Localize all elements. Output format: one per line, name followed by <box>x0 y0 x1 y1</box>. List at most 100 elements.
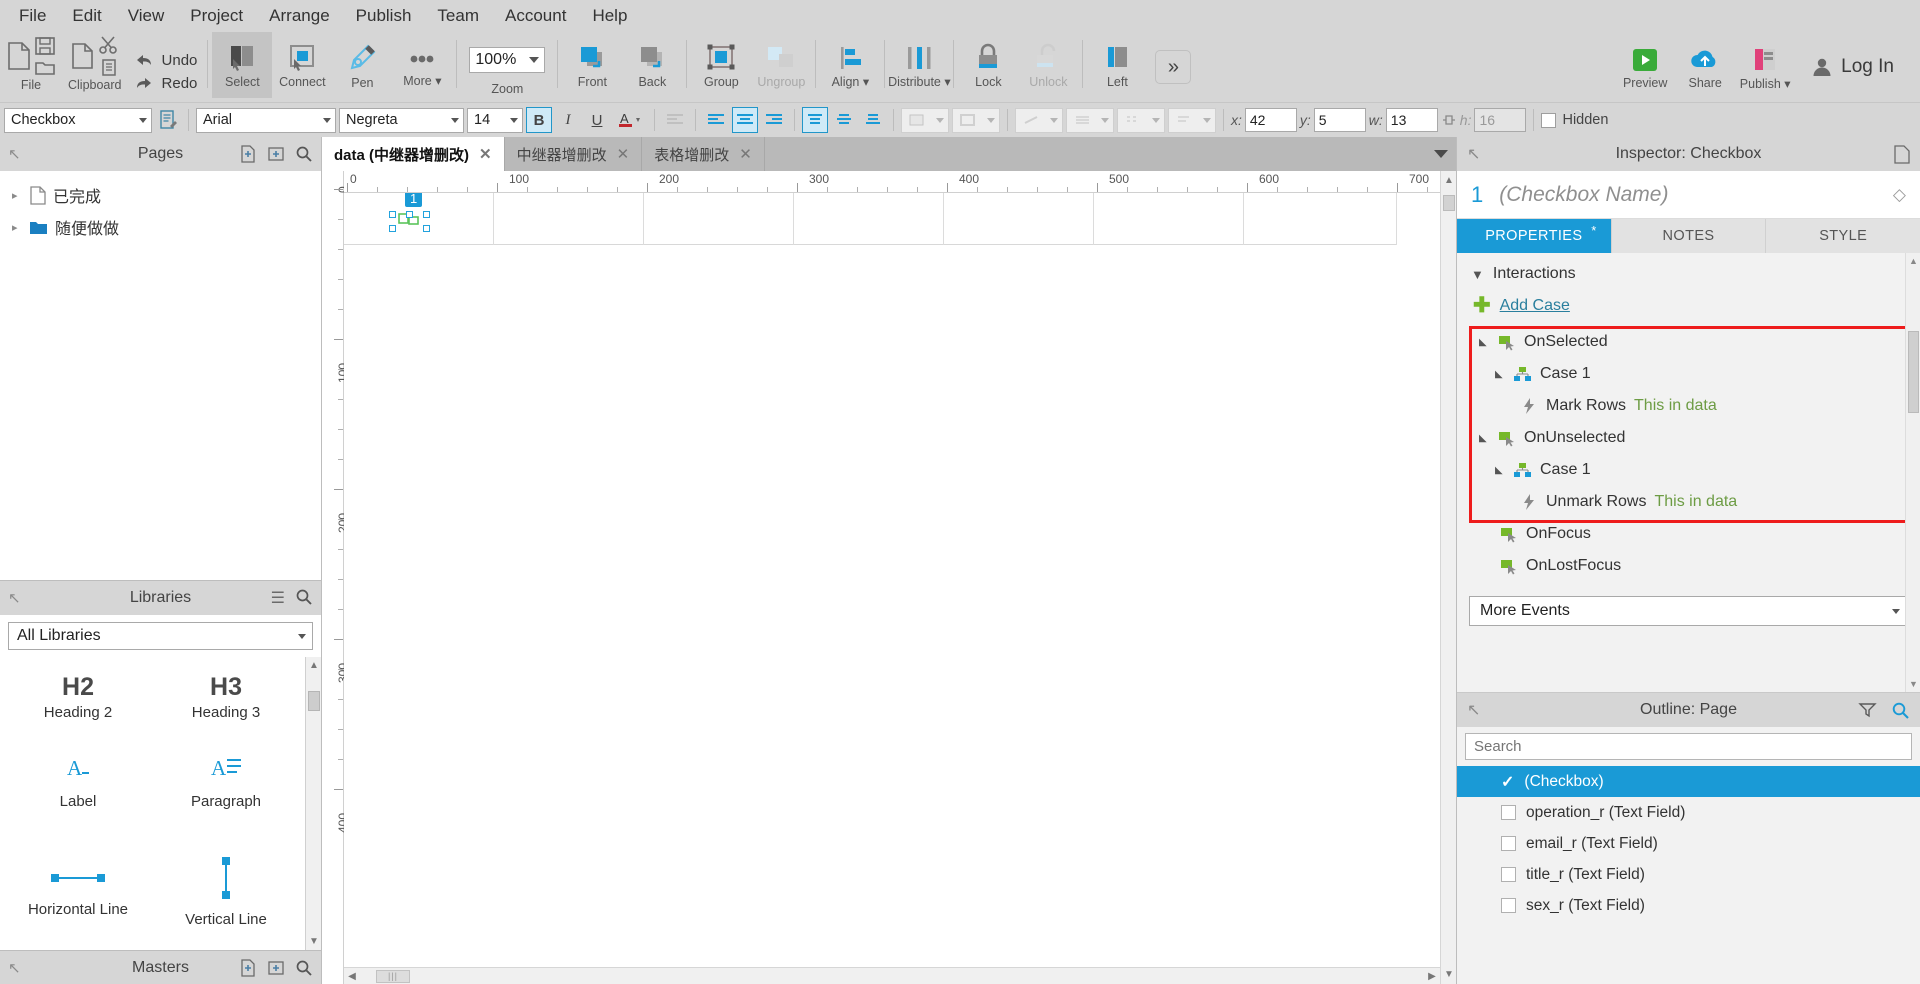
selected-checkbox-widget[interactable]: 1 <box>389 193 430 232</box>
tool-back[interactable]: Back <box>622 32 682 98</box>
search-icon[interactable] <box>295 959 313 977</box>
collapse-icon[interactable]: ↖ <box>1467 144 1480 164</box>
line-style-select[interactable] <box>1066 107 1114 133</box>
login-button[interactable]: Log In <box>1795 56 1910 78</box>
valign-top-button[interactable] <box>802 107 828 133</box>
tool-align[interactable]: Align ▾ <box>820 32 880 98</box>
coord-y-field[interactable]: y: <box>1300 108 1366 132</box>
menu-item-edit[interactable]: Edit <box>59 2 114 30</box>
font-style-select[interactable]: Negreta <box>339 107 464 133</box>
coord-lock-link-icon[interactable] <box>1441 112 1457 128</box>
tool-lock[interactable]: Lock <box>958 32 1018 98</box>
scroll-left-icon[interactable]: ◀ <box>344 971 360 982</box>
menu-item-help[interactable]: Help <box>579 2 640 30</box>
resize-handle[interactable] <box>423 211 430 218</box>
resize-handle[interactable] <box>423 225 430 232</box>
outline-item-title-r[interactable]: title_r (Text Field) <box>1457 859 1920 890</box>
widget-type-select[interactable]: Checkbox <box>4 107 152 133</box>
add-folder-icon[interactable] <box>267 145 285 163</box>
scroll-down-icon[interactable]: ▼ <box>1909 679 1918 689</box>
coord-h-field[interactable]: h: <box>1460 108 1527 132</box>
library-select[interactable]: All Libraries <box>8 622 313 650</box>
new-file-icon[interactable] <box>6 41 32 71</box>
scroll-up-icon[interactable]: ▲ <box>1909 256 1918 266</box>
library-item-heading2[interactable]: H2 Heading 2 <box>4 657 152 721</box>
scroll-down-icon[interactable]: ▼ <box>309 936 319 947</box>
library-item-label[interactable]: A Label <box>4 731 152 830</box>
outline-item-operation-r[interactable]: operation_r (Text Field) <box>1457 797 1920 828</box>
scrollbar-thumb[interactable]: ||| <box>376 969 410 983</box>
undo-label[interactable]: Undo <box>162 52 198 69</box>
canvas-tabs-dropdown[interactable] <box>1426 137 1456 171</box>
menu-item-project[interactable]: Project <box>177 2 256 30</box>
valign-middle-button[interactable] <box>831 107 857 133</box>
pages-item-0[interactable]: ▸ 已完成 <box>0 179 321 211</box>
coord-x-input[interactable] <box>1244 108 1297 132</box>
tool-unlock[interactable]: Unlock <box>1018 32 1078 98</box>
resize-handle[interactable] <box>389 211 396 218</box>
tool-preview[interactable]: Preview <box>1615 34 1675 100</box>
font-size-select[interactable]: 14 <box>467 107 523 133</box>
search-icon[interactable] <box>1891 701 1910 720</box>
pages-item-1[interactable]: ▸ 随便做做 <box>0 211 321 243</box>
collapse-icon[interactable]: ↖ <box>8 589 21 607</box>
add-page-icon[interactable] <box>239 145 257 163</box>
canvas-table-widget[interactable] <box>344 193 1397 245</box>
menu-item-arrange[interactable]: Arrange <box>256 2 342 30</box>
menu-item-publish[interactable]: Publish <box>343 2 425 30</box>
resize-handle[interactable] <box>406 211 413 218</box>
outline-search-input[interactable] <box>1474 738 1903 755</box>
add-case-button[interactable]: ✚ Add Case <box>1457 293 1920 326</box>
font-color-button[interactable]: A <box>613 107 647 133</box>
valign-bottom-button[interactable] <box>860 107 886 133</box>
tab-notes[interactable]: NOTES <box>1611 219 1767 253</box>
undo-icon[interactable] <box>134 52 154 68</box>
scrollbar-thumb[interactable] <box>1443 195 1455 211</box>
library-item-paragraph[interactable]: A Paragraph <box>152 731 300 830</box>
library-scrollbar[interactable]: ▲ ▼ <box>305 657 321 950</box>
library-menu-icon[interactable]: ☰ <box>271 588 285 608</box>
copy-style-icon[interactable]: ◇ <box>1893 185 1906 205</box>
inspector-widget-name[interactable]: (Checkbox Name) <box>1499 183 1668 207</box>
text-align-center-button[interactable] <box>732 107 758 133</box>
canvas-tab-1[interactable]: 中继器增删改 ✕ <box>504 137 643 171</box>
close-icon[interactable]: ✕ <box>479 145 492 163</box>
menu-item-team[interactable]: Team <box>424 2 492 30</box>
library-item-heading3[interactable]: H3 Heading 3 <box>152 657 300 721</box>
event-onlostfocus[interactable]: OnLostFocus <box>1469 550 1908 582</box>
menu-item-view[interactable]: View <box>115 2 178 30</box>
expand-arrow-icon[interactable]: ▸ <box>12 221 22 234</box>
tool-connect[interactable]: Connect <box>272 32 332 98</box>
tool-left-panel[interactable]: Left <box>1087 32 1147 98</box>
tool-front[interactable]: Front <box>562 32 622 98</box>
collapse-icon[interactable]: ↖ <box>1467 700 1480 720</box>
interactions-section-header[interactable]: ▼ Interactions <box>1457 253 1920 293</box>
coord-w-field[interactable]: w: <box>1369 108 1438 132</box>
more-events-select[interactable]: More Events <box>1469 596 1908 626</box>
close-icon[interactable]: ✕ <box>739 145 752 163</box>
tool-pen[interactable]: Pen <box>332 32 392 98</box>
resize-handle[interactable] <box>389 225 396 232</box>
tab-style[interactable]: STYLE <box>1766 219 1920 253</box>
collapse-icon[interactable]: ↖ <box>8 145 21 163</box>
italic-button[interactable]: I <box>555 107 581 133</box>
tool-publish[interactable]: Publish ▾ <box>1735 34 1795 100</box>
outline-item-checkbox[interactable]: ✓ (Checkbox) <box>1457 766 1920 797</box>
paste-icon[interactable] <box>70 41 96 71</box>
canvas-tab-2[interactable]: 表格增删改 ✕ <box>642 137 765 171</box>
scrollbar-thumb[interactable] <box>308 691 320 711</box>
scroll-up-icon[interactable]: ▲ <box>309 660 319 671</box>
scroll-up-icon[interactable]: ▲ <box>1444 175 1454 186</box>
outline-item-email-r[interactable]: email_r (Text Field) <box>1457 828 1920 859</box>
zoom-select[interactable]: 100% <box>469 47 546 73</box>
expand-arrow-icon[interactable]: ▸ <box>12 189 22 202</box>
redo-icon[interactable] <box>134 75 154 91</box>
hidden-checkbox[interactable] <box>1541 112 1557 128</box>
tool-share[interactable]: Share <box>1675 34 1735 100</box>
text-align-right-button[interactable] <box>761 107 787 133</box>
collapse-icon[interactable]: ↖ <box>8 959 21 977</box>
canvas-vertical-scrollbar[interactable]: ▲ ▼ <box>1440 171 1456 984</box>
open-folder-icon[interactable] <box>34 59 56 77</box>
tool-group[interactable]: Group <box>691 32 751 98</box>
canvas-tab-0[interactable]: data (中继器增删改) ✕ <box>322 137 505 171</box>
